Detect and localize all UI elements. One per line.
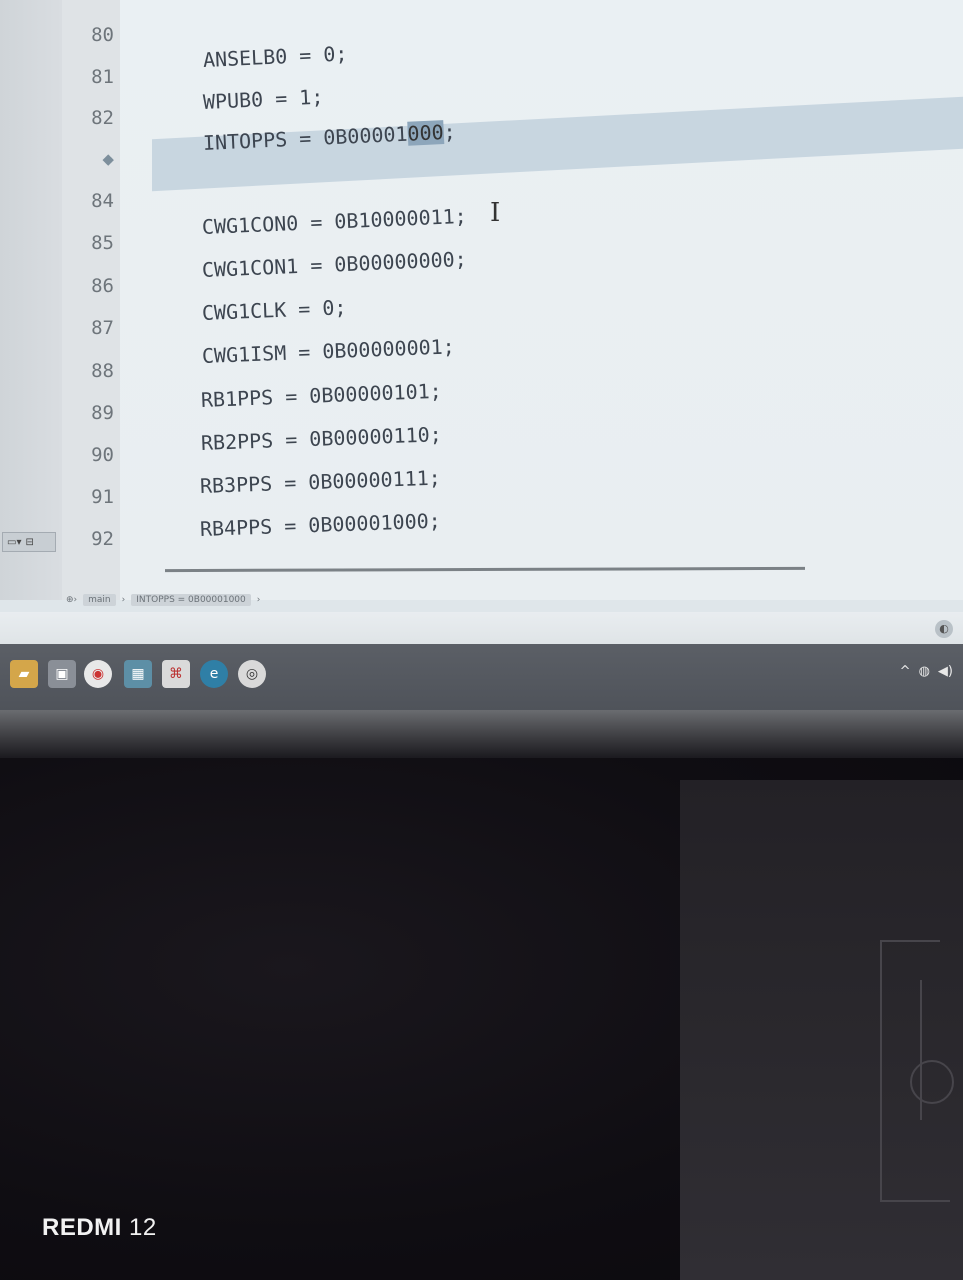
system-tray: ^ ◍ ◀) — [900, 664, 953, 679]
edge-icon[interactable]: e — [200, 660, 228, 688]
line-number: 82 — [91, 107, 114, 129]
line-number: 91 — [91, 486, 114, 508]
text-cursor-icon: I — [490, 198, 501, 228]
breadcrumb-item[interactable]: INTOPPS = 0B00001000 — [131, 594, 251, 606]
line-number: 80 — [91, 24, 114, 46]
file-explorer-icon[interactable]: ▰ — [10, 660, 38, 688]
chrome-icon[interactable]: ◉ — [84, 660, 112, 688]
camera-watermark: REDMI 12 — [42, 1214, 157, 1241]
app-icon[interactable]: ▣ — [48, 660, 76, 688]
monitor-bezel — [0, 710, 963, 758]
line-number: 89 — [91, 402, 114, 424]
line-number: 88 — [91, 360, 114, 382]
mplab-icon[interactable]: ◎ — [238, 660, 266, 688]
function-icon: ⊕› — [66, 595, 78, 605]
breadcrumb-item[interactable]: main — [83, 594, 116, 606]
code-text: ; — [443, 119, 457, 145]
line-number: 81 — [91, 66, 114, 88]
monitor-screen: ▭▾ ⊟ 80 81 82 ◆ 84 85 86 87 88 89 90 91 9… — [0, 0, 963, 760]
pdf-icon[interactable]: ⌘ — [162, 660, 190, 688]
line-number: 87 — [91, 317, 114, 339]
status-bar — [0, 612, 963, 644]
text-selection: 000 — [406, 120, 445, 146]
line-number-gutter — [62, 0, 121, 600]
line-number: 86 — [91, 275, 114, 297]
line-number: 90 — [91, 444, 114, 466]
notification-icon[interactable]: ◐ — [935, 620, 953, 638]
project-panel — [0, 0, 63, 600]
line-number: 92 — [91, 528, 114, 550]
network-icon[interactable]: ◍ — [919, 664, 930, 679]
breadcrumb: ⊕› main › INTOPPS = 0B00001000 › — [66, 594, 261, 606]
calculator-icon[interactable]: ▦ — [124, 660, 152, 688]
volume-icon[interactable]: ◀) — [938, 664, 953, 679]
tray-expand-icon[interactable]: ^ — [900, 664, 911, 679]
paper-sheet — [680, 780, 963, 1280]
panel-controls[interactable]: ▭▾ ⊟ — [2, 532, 56, 552]
line-number: 85 — [91, 232, 114, 254]
breakpoint-marker[interactable]: ◆ — [62, 148, 114, 170]
line-number: 84 — [91, 190, 114, 212]
